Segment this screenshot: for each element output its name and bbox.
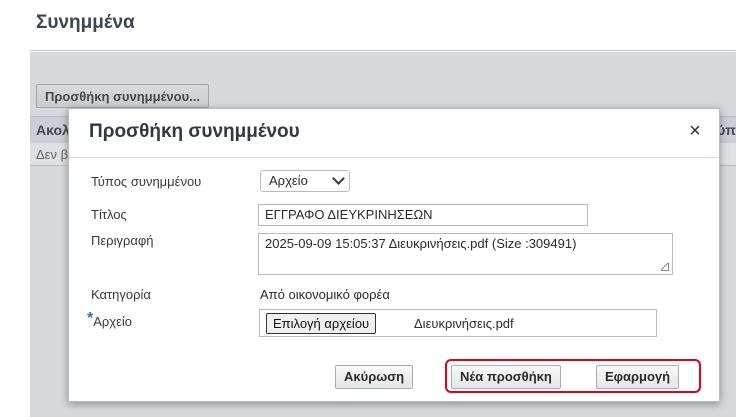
chevron-down-icon — [332, 172, 345, 185]
title-input[interactable]: ΕΓΓΡΑΦΟ ΔΙΕΥΚΡΙΝΗΣΕΩΝ — [258, 204, 588, 226]
attachment-type-select[interactable]: Αρχείο — [260, 170, 350, 192]
section-divider — [30, 50, 736, 51]
file-label: *Αρχείο — [87, 310, 133, 331]
close-icon[interactable]: × — [685, 121, 705, 141]
description-text: 2025-09-09 15:05:37 Διευκρινήσεις.pdf (S… — [265, 236, 577, 251]
section-title: Συνημμένα — [36, 12, 135, 33]
file-label-text: Αρχείο — [93, 314, 133, 329]
dialog-divider — [69, 157, 719, 158]
attachment-type-value: Αρχείο — [269, 173, 308, 188]
apply-button[interactable]: Εφαρμογή — [596, 365, 680, 389]
category-label: Κατηγορία — [91, 287, 151, 302]
cancel-button[interactable]: Ακύρωση — [335, 365, 414, 389]
title-label: Τίτλος — [91, 207, 127, 222]
selected-file-name: Διευκρινήσεις.pdf — [414, 316, 514, 331]
description-label: Περιγραφή — [91, 233, 154, 248]
add-attachment-dialog: Προσθήκη συνημμένου × Τύπος συνημμένου Α… — [68, 108, 720, 402]
dialog-title: Προσθήκη συνημμένου — [89, 121, 300, 142]
resize-grip-icon[interactable] — [661, 263, 669, 271]
required-mark: * — [87, 310, 94, 327]
category-value: Από οικονομικό φορέα — [260, 287, 390, 302]
file-input: Επιλογή αρχείου Διευκρινήσεις.pdf — [259, 309, 657, 337]
new-add-button[interactable]: Νέα προσθήκη — [451, 365, 561, 389]
description-textarea[interactable]: 2025-09-09 15:05:37 Διευκρινήσεις.pdf (S… — [258, 233, 673, 275]
attachment-type-label: Τύπος συνημμένου — [91, 174, 202, 189]
choose-file-button[interactable]: Επιλογή αρχείου — [266, 313, 377, 334]
